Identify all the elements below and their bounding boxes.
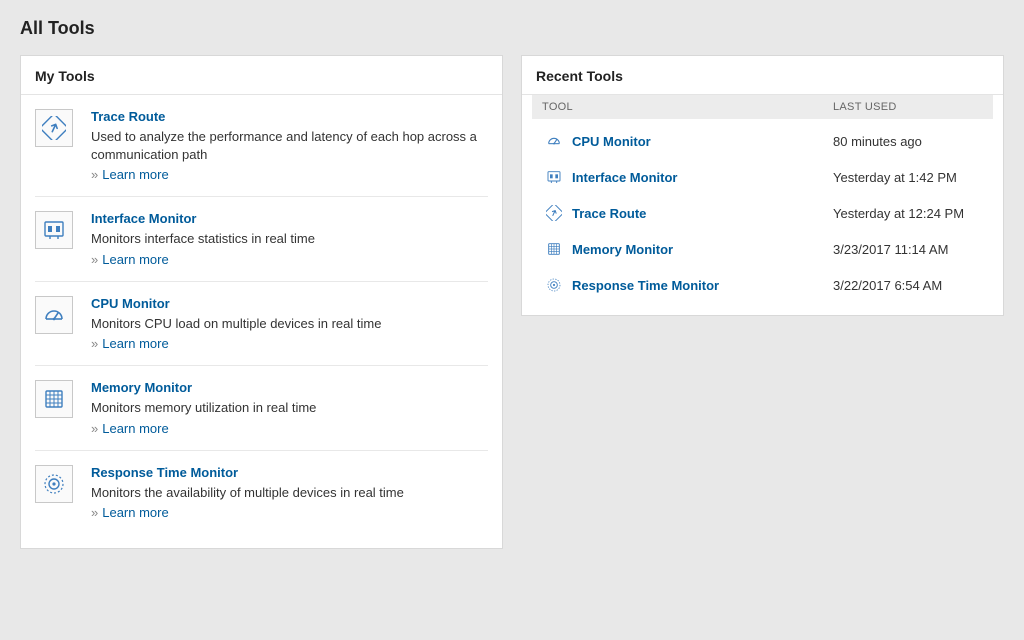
recent-tool-link[interactable]: Response Time Monitor bbox=[566, 278, 833, 293]
tool-name-link[interactable]: Response Time Monitor bbox=[91, 465, 488, 480]
recent-tools-heading: Recent Tools bbox=[522, 56, 1003, 94]
memory-monitor-icon bbox=[542, 241, 566, 257]
tool-item: Response Time Monitor Monitors the avail… bbox=[35, 451, 488, 535]
cpu-monitor-icon bbox=[35, 296, 73, 334]
interface-monitor-icon bbox=[542, 169, 566, 185]
recent-row: Response Time Monitor 3/22/2017 6:54 AM bbox=[532, 267, 993, 303]
tool-description: Monitors memory utilization in real time bbox=[91, 399, 488, 417]
my-tools-list: Trace Route Used to analyze the performa… bbox=[21, 95, 502, 548]
recent-tool-link[interactable]: Memory Monitor bbox=[566, 242, 833, 257]
tool-description: Monitors CPU load on multiple devices in… bbox=[91, 315, 488, 333]
my-tools-heading: My Tools bbox=[21, 56, 502, 94]
col-tool-header: TOOL bbox=[542, 101, 833, 113]
recent-row: Trace Route Yesterday at 12:24 PM bbox=[532, 195, 993, 231]
trace-route-icon bbox=[542, 205, 566, 221]
page-title: All Tools bbox=[20, 18, 1004, 39]
recent-last-used: Yesterday at 12:24 PM bbox=[833, 206, 983, 221]
learn-more-link[interactable]: »Learn more bbox=[91, 505, 488, 520]
recent-row: Interface Monitor Yesterday at 1:42 PM bbox=[532, 159, 993, 195]
recent-tools-card: Recent Tools TOOL LAST USED CPU Monitor … bbox=[521, 55, 1004, 316]
col-last-used-header: LAST USED bbox=[833, 101, 983, 113]
tool-description: Used to analyze the performance and late… bbox=[91, 128, 488, 163]
tool-description: Monitors interface statistics in real ti… bbox=[91, 230, 488, 248]
interface-monitor-icon bbox=[35, 211, 73, 249]
learn-more-link[interactable]: »Learn more bbox=[91, 167, 488, 182]
memory-monitor-icon bbox=[35, 380, 73, 418]
tool-name-link[interactable]: CPU Monitor bbox=[91, 296, 488, 311]
tool-description: Monitors the availability of multiple de… bbox=[91, 484, 488, 502]
tool-item: Memory Monitor Monitors memory utilizati… bbox=[35, 366, 488, 451]
tool-name-link[interactable]: Memory Monitor bbox=[91, 380, 488, 395]
recent-row: CPU Monitor 80 minutes ago bbox=[532, 123, 993, 159]
recent-last-used: 80 minutes ago bbox=[833, 134, 983, 149]
recent-tool-link[interactable]: CPU Monitor bbox=[566, 134, 833, 149]
tool-item: CPU Monitor Monitors CPU load on multipl… bbox=[35, 282, 488, 367]
tool-name-link[interactable]: Trace Route bbox=[91, 109, 488, 124]
tool-item: Trace Route Used to analyze the performa… bbox=[35, 95, 488, 197]
tool-item: Interface Monitor Monitors interface sta… bbox=[35, 197, 488, 282]
recent-last-used: 3/22/2017 6:54 AM bbox=[833, 278, 983, 293]
cpu-monitor-icon bbox=[542, 133, 566, 149]
response-time-icon bbox=[542, 277, 566, 293]
recent-tool-link[interactable]: Interface Monitor bbox=[566, 170, 833, 185]
my-tools-card: My Tools Trace Route Used to analyze the… bbox=[20, 55, 503, 549]
recent-tools-header-row: TOOL LAST USED bbox=[532, 95, 993, 119]
learn-more-link[interactable]: »Learn more bbox=[91, 252, 488, 267]
recent-row: Memory Monitor 3/23/2017 11:14 AM bbox=[532, 231, 993, 267]
recent-last-used: Yesterday at 1:42 PM bbox=[833, 170, 983, 185]
tool-name-link[interactable]: Interface Monitor bbox=[91, 211, 488, 226]
recent-tool-link[interactable]: Trace Route bbox=[566, 206, 833, 221]
learn-more-link[interactable]: »Learn more bbox=[91, 421, 488, 436]
response-time-icon bbox=[35, 465, 73, 503]
learn-more-link[interactable]: »Learn more bbox=[91, 336, 488, 351]
recent-last-used: 3/23/2017 11:14 AM bbox=[833, 242, 983, 257]
trace-route-icon bbox=[35, 109, 73, 147]
